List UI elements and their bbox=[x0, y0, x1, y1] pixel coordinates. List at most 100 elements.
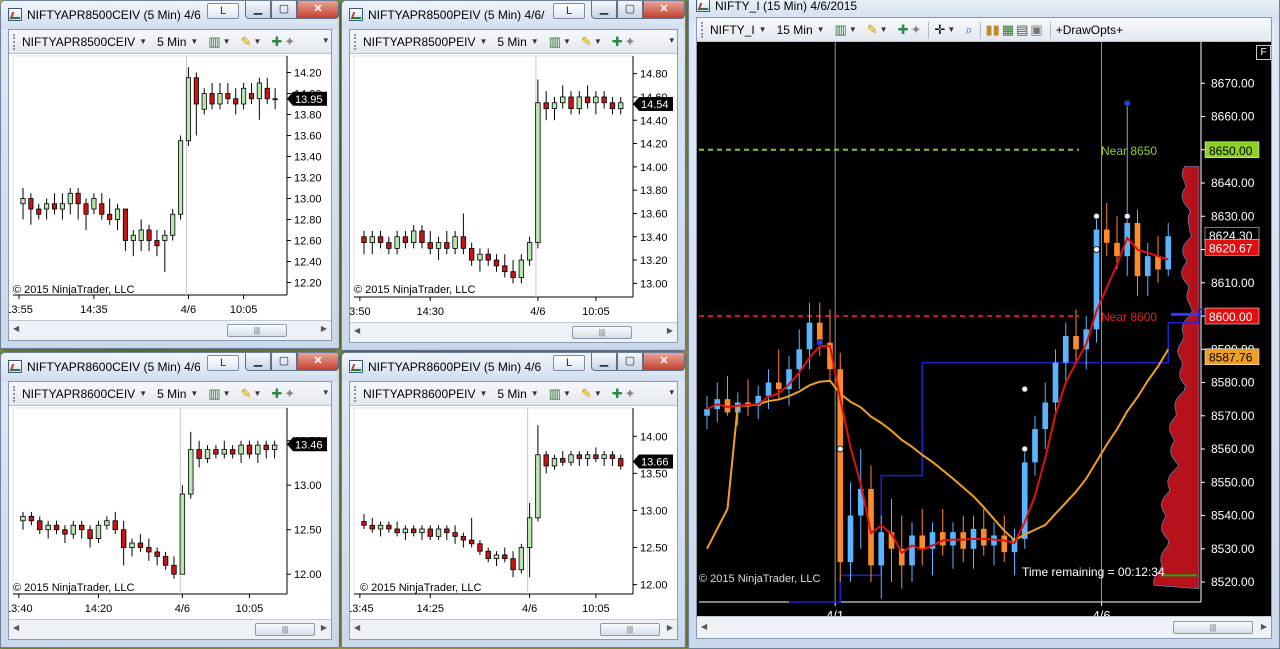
pencil-icon[interactable]: ✎ bbox=[241, 34, 252, 50]
minimize-button[interactable]: ▁ bbox=[591, 1, 617, 19]
scrollbar-thumb[interactable]: ||| bbox=[255, 623, 315, 636]
maximize-button[interactable]: ▢ bbox=[617, 1, 643, 19]
scroll-right-arrow-icon[interactable]: ▶ bbox=[321, 623, 327, 632]
chevron-down-icon[interactable]: ▼ bbox=[947, 25, 955, 34]
chevron-down-icon[interactable]: ▼ bbox=[531, 37, 539, 46]
toolbar-grip[interactable] bbox=[13, 385, 16, 402]
minimize-button[interactable]: ▁ bbox=[591, 353, 617, 371]
chevron-down-icon[interactable]: ▼ bbox=[190, 37, 198, 46]
instrument-selector[interactable]: NIFTY_I bbox=[710, 23, 755, 37]
properties-icon[interactable]: ✦ bbox=[284, 34, 295, 50]
toolbar-overflow-icon[interactable]: ▾ bbox=[669, 35, 674, 46]
title-bar[interactable]: NIFTYAPR8600CEIV (5 Min) 4/6 L ▁ ▢ ✕ bbox=[1, 353, 339, 381]
chevron-down-icon[interactable]: ▼ bbox=[594, 37, 602, 46]
chevron-down-icon[interactable]: ▼ bbox=[480, 389, 488, 398]
chevron-down-icon[interactable]: ▼ bbox=[223, 37, 231, 46]
chevron-down-icon[interactable]: ▼ bbox=[759, 25, 767, 34]
chevron-down-icon[interactable]: ▼ bbox=[139, 37, 147, 46]
pencil-icon[interactable]: ✎ bbox=[581, 34, 592, 50]
minimize-button[interactable]: ▁ bbox=[245, 353, 271, 371]
zoom-icon[interactable]: ⌕ bbox=[965, 22, 972, 38]
add-indicator-icon[interactable]: ✚ bbox=[271, 386, 282, 402]
chevron-down-icon[interactable]: ▼ bbox=[253, 37, 261, 46]
chevron-down-icon[interactable]: ▼ bbox=[849, 25, 857, 34]
chart-window-8600ce[interactable]: NIFTYAPR8600CEIV (5 Min) 4/6 L ▁ ▢ ✕ NIF… bbox=[0, 352, 340, 648]
strategy-icon[interactable]: ▮▮ bbox=[986, 22, 1000, 38]
chevron-down-icon[interactable]: ▼ bbox=[594, 389, 602, 398]
fixed-scale-badge[interactable]: F bbox=[1256, 45, 1271, 60]
toolbar-grip[interactable] bbox=[701, 21, 704, 38]
toolbar-overflow-icon[interactable]: ▾ bbox=[669, 387, 674, 398]
bar-chart-icon[interactable]: ▥ bbox=[549, 386, 561, 402]
minimize-button[interactable]: ▁ bbox=[245, 1, 271, 19]
price-plot[interactable]: 14.2014.0013.8013.6013.4013.2013.0012.80… bbox=[9, 54, 331, 320]
link-button[interactable]: L bbox=[207, 355, 239, 371]
interval-selector[interactable]: 5 Min bbox=[157, 387, 186, 401]
link-button[interactable]: L bbox=[553, 3, 585, 19]
price-plot[interactable]: 14.00 13.50 13.00 12.50 12.00 13:45 14:25 4/6 10… bbox=[350, 406, 677, 619]
candlestick-chart[interactable]: 14.2014.0013.8013.6013.4013.2013.0012.80… bbox=[9, 54, 335, 323]
close-button[interactable]: ✕ bbox=[297, 353, 339, 371]
price-plot[interactable]: 8670.00 8660.00 8650.00 8640.00 8630.00 8620.… bbox=[697, 42, 1271, 623]
instrument-selector[interactable]: NIFTYAPR8500CEIV bbox=[22, 35, 135, 49]
properties-icon[interactable]: ✦ bbox=[911, 22, 922, 38]
horizontal-scrollbar[interactable]: ◀ ||| ▶ bbox=[9, 619, 331, 639]
data-box-icon[interactable]: ▤ bbox=[1016, 22, 1028, 38]
chevron-down-icon[interactable]: ▼ bbox=[139, 389, 147, 398]
chevron-down-icon[interactable]: ▼ bbox=[480, 37, 488, 46]
properties-icon[interactable]: ✦ bbox=[625, 34, 636, 50]
add-indicator-icon[interactable]: ✚ bbox=[612, 386, 623, 402]
chart-window-8600pe[interactable]: NIFTYAPR8600PEIV (5 Min) 4/6 L ▁ ▢ ✕ NIF… bbox=[341, 352, 686, 648]
properties-icon[interactable]: ✦ bbox=[284, 386, 295, 402]
horizontal-scrollbar[interactable]: ◀ ||| ▶ bbox=[350, 322, 677, 342]
scrollbar-thumb[interactable]: ||| bbox=[600, 623, 660, 636]
draw-options-button[interactable]: +DrawOpts+ bbox=[1056, 23, 1123, 37]
scrollbar-thumb[interactable]: ||| bbox=[572, 326, 632, 339]
bar-chart-icon[interactable]: ▥ bbox=[208, 386, 220, 402]
close-button[interactable]: ✕ bbox=[643, 1, 685, 19]
close-button[interactable]: ✕ bbox=[643, 353, 685, 371]
add-indicator-icon[interactable]: ✚ bbox=[271, 34, 282, 50]
chevron-down-icon[interactable]: ▼ bbox=[223, 389, 231, 398]
scrollbar-thumb[interactable]: ||| bbox=[1173, 621, 1253, 634]
instrument-selector[interactable]: NIFTYAPR8500PEIV bbox=[363, 35, 476, 49]
title-bar[interactable]: NIFTYAPR8500PEIV (5 Min) 4/6/ L ▁ ▢ ✕ bbox=[342, 1, 685, 29]
scroll-left-arrow-icon[interactable]: ◀ bbox=[13, 324, 19, 333]
chart-window-nifty[interactable]: NIFTY_I (15 Min) 4/6/2015 NIFTY_I ▼ 15 Mi… bbox=[688, 0, 1280, 649]
link-button[interactable]: L bbox=[553, 355, 585, 371]
properties-icon[interactable]: ▣ bbox=[1030, 22, 1042, 38]
maximize-button[interactable]: ▢ bbox=[617, 353, 643, 371]
chart-window-8500ce[interactable]: NIFTYAPR8500CEIV (5 Min) 4/6 L ▁ ▢ ✕ NIF… bbox=[0, 0, 340, 349]
interval-selector[interactable]: 5 Min bbox=[497, 387, 526, 401]
candlestick-chart[interactable]: 8670.00 8660.00 8650.00 8640.00 8630.00 8620.… bbox=[697, 42, 1273, 626]
add-indicator-icon[interactable]: ✚ bbox=[898, 22, 909, 38]
title-bar[interactable]: NIFTYAPR8600PEIV (5 Min) 4/6 L ▁ ▢ ✕ bbox=[342, 353, 685, 381]
chevron-down-icon[interactable]: ▼ bbox=[563, 389, 571, 398]
pencil-icon[interactable]: ✎ bbox=[867, 22, 878, 38]
price-plot[interactable]: 13.5013.0012.5012.0013:4014:204/610:0513… bbox=[9, 406, 331, 619]
scroll-right-arrow-icon[interactable]: ▶ bbox=[667, 326, 673, 335]
chevron-down-icon[interactable]: ▼ bbox=[563, 37, 571, 46]
bar-chart-icon[interactable]: ▥ bbox=[835, 22, 847, 38]
toolbar-grip[interactable] bbox=[354, 33, 357, 50]
chevron-down-icon[interactable]: ▼ bbox=[880, 25, 888, 34]
scroll-left-arrow-icon[interactable]: ◀ bbox=[13, 623, 19, 632]
chevron-down-icon[interactable]: ▼ bbox=[190, 389, 198, 398]
scroll-right-arrow-icon[interactable]: ▶ bbox=[1261, 622, 1267, 631]
chevron-down-icon[interactable]: ▼ bbox=[253, 389, 261, 398]
instrument-selector[interactable]: NIFTYAPR8600PEIV bbox=[363, 387, 476, 401]
interval-selector[interactable]: 5 Min bbox=[157, 35, 186, 49]
horizontal-scrollbar[interactable]: ◀ ||| ▶ bbox=[350, 619, 677, 639]
scroll-left-arrow-icon[interactable]: ◀ bbox=[701, 622, 707, 631]
maximize-button[interactable]: ▢ bbox=[271, 1, 297, 19]
toolbar-grip[interactable] bbox=[13, 33, 16, 50]
pencil-icon[interactable]: ✎ bbox=[241, 386, 252, 402]
maximize-button[interactable]: ▢ bbox=[271, 353, 297, 371]
horizontal-scrollbar[interactable]: ◀ ||| ▶ bbox=[9, 320, 331, 340]
chevron-down-icon[interactable]: ▼ bbox=[817, 25, 825, 34]
scroll-right-arrow-icon[interactable]: ▶ bbox=[321, 324, 327, 333]
scrollbar-thumb[interactable]: ||| bbox=[227, 324, 287, 337]
scroll-left-arrow-icon[interactable]: ◀ bbox=[354, 623, 360, 632]
market-analyzer-icon[interactable]: ▦ bbox=[1002, 22, 1014, 38]
scroll-left-arrow-icon[interactable]: ◀ bbox=[354, 326, 360, 335]
